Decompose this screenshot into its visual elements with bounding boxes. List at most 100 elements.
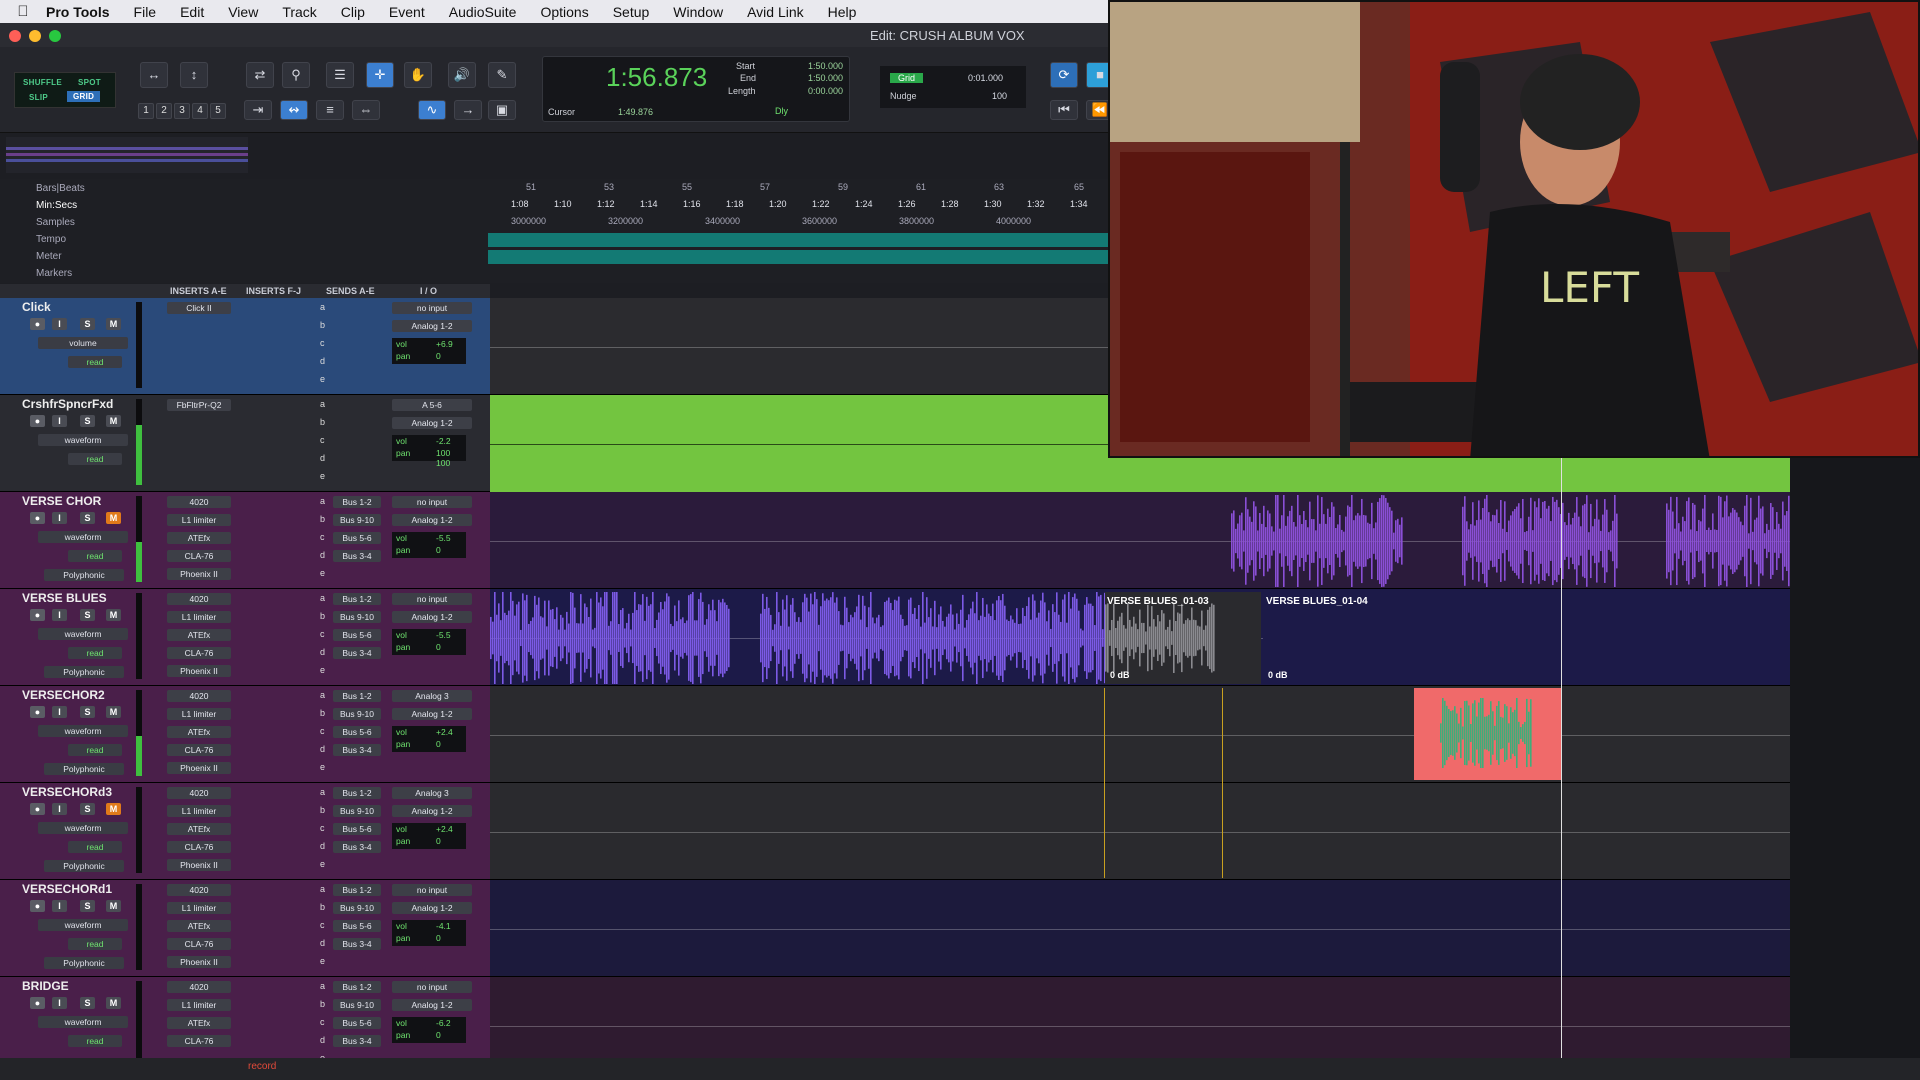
track-output[interactable]: Analog 1-2	[392, 902, 472, 914]
mode-slip[interactable]: SLIP	[29, 93, 48, 102]
solo-button[interactable]: S	[80, 415, 95, 427]
mute-button[interactable]: M	[106, 512, 121, 524]
scrubber-tool-icon[interactable]: 🔊	[448, 62, 476, 88]
send-bus[interactable]: Bus 9-10	[333, 805, 381, 817]
input-monitor-button[interactable]: I	[52, 997, 67, 1009]
record-enable-button[interactable]: ●	[30, 803, 45, 815]
insert-plugin[interactable]: 4020	[167, 981, 231, 993]
verse-blues-clip-1[interactable]	[490, 590, 730, 686]
insert-plugin[interactable]: 4020	[167, 593, 231, 605]
track-view-selector[interactable]: waveform	[38, 822, 128, 834]
send-bus[interactable]: Bus 3-4	[333, 938, 381, 950]
track-output[interactable]: Analog 1-2	[392, 708, 472, 720]
elastic-audio-mode[interactable]: Polyphonic	[44, 569, 124, 581]
grid-label[interactable]: Grid	[890, 73, 924, 83]
track-lane[interactable]	[490, 686, 1790, 783]
link-timeline-icon[interactable]: ↭	[280, 100, 308, 120]
link-track-icon[interactable]: ≡	[316, 100, 344, 120]
track-input[interactable]: no input	[392, 302, 472, 314]
input-monitor-button[interactable]: I	[52, 706, 67, 718]
menu-options[interactable]: Options	[540, 4, 588, 20]
send-bus[interactable]: Bus 5-6	[333, 726, 381, 738]
mode-spot[interactable]: SPOT	[78, 78, 101, 87]
send-bus[interactable]: Bus 9-10	[333, 514, 381, 526]
return-to-zero-icon[interactable]: ⏮	[1050, 100, 1078, 120]
send-bus[interactable]: Bus 5-6	[333, 823, 381, 835]
automation-mode[interactable]: read	[68, 356, 122, 368]
track-name[interactable]: VERSECHORd1	[22, 882, 132, 896]
universe-overview[interactable]	[6, 137, 248, 173]
track-name[interactable]: Click	[22, 300, 132, 314]
track-versechor2[interactable]: VERSECHOR2 ● I S Mwaveform read Polyphonic 4020…	[0, 686, 490, 783]
zoom-preset-1[interactable]: 1	[138, 103, 154, 119]
solo-button[interactable]: S	[80, 512, 95, 524]
insert-plugin[interactable]: 4020	[167, 787, 231, 799]
recording-clip-waveform[interactable]	[1440, 696, 1532, 770]
track-input[interactable]: no input	[392, 884, 472, 896]
menu-event[interactable]: Event	[389, 4, 425, 20]
ruler-markers[interactable]: Markers	[36, 268, 72, 279]
send-bus[interactable]: Bus 3-4	[333, 550, 381, 562]
mute-button[interactable]: M	[106, 706, 121, 718]
loop-playback-icon[interactable]: ⟳	[1050, 62, 1078, 88]
track-output[interactable]: Analog 1-2	[392, 320, 472, 332]
insert-plugin[interactable]: ATEfx	[167, 726, 231, 738]
menu-setup[interactable]: Setup	[613, 4, 650, 20]
track-input[interactable]: Analog 3	[392, 690, 472, 702]
send-bus[interactable]: Bus 3-4	[333, 647, 381, 659]
solo-button[interactable]: S	[80, 997, 95, 1009]
send-bus[interactable]: Bus 1-2	[333, 593, 381, 605]
menu-track[interactable]: Track	[282, 4, 316, 20]
record-enable-button[interactable]: ●	[30, 415, 45, 427]
send-bus[interactable]: Bus 9-10	[333, 708, 381, 720]
ruler-tempo[interactable]: Tempo	[36, 234, 66, 245]
nudge-value[interactable]: 100	[992, 91, 1007, 101]
solo-button[interactable]: S	[80, 609, 95, 621]
mute-button[interactable]: M	[106, 900, 121, 912]
insert-plugin[interactable]: CLA-76	[167, 938, 231, 950]
grid-value[interactable]: 0:01.000	[968, 73, 1003, 83]
menu-help[interactable]: Help	[828, 4, 857, 20]
insert-plugin[interactable]: 4020	[167, 496, 231, 508]
verse-chor-clip-2[interactable]	[1462, 493, 1618, 589]
track-output[interactable]: Analog 1-2	[392, 611, 472, 623]
mode-grid[interactable]: GRID	[67, 91, 101, 102]
send-bus[interactable]: Bus 1-2	[333, 884, 381, 896]
menu-view[interactable]: View	[228, 4, 258, 20]
insert-plugin[interactable]: ATEfx	[167, 1017, 231, 1029]
solo-button[interactable]: S	[80, 900, 95, 912]
apple-icon[interactable]: 	[0, 3, 46, 20]
elastic-audio-mode[interactable]: Polyphonic	[44, 957, 124, 969]
verse-chor-clip-3[interactable]	[1666, 493, 1790, 589]
mode-shuffle[interactable]: SHUFFLE	[23, 78, 62, 87]
input-monitor-button[interactable]: I	[52, 803, 67, 815]
track-input[interactable]: Analog 3	[392, 787, 472, 799]
mute-button[interactable]: M	[106, 803, 121, 815]
vol-pan-display[interactable]: vol -5.5 pan 0	[392, 532, 466, 558]
mute-button[interactable]: M	[106, 415, 121, 427]
track-crshfrspncrfxd[interactable]: CrshfrSpncrFxd ● I S Mwaveform read FbFltrPr-Q…	[0, 395, 490, 492]
zoom-preset-4[interactable]: 4	[192, 103, 208, 119]
input-monitor-button[interactable]: I	[52, 512, 67, 524]
insert-plugin[interactable]: 4020	[167, 690, 231, 702]
track-click[interactable]: Click ● I S Mvolume read Click II a b c d e no input…	[0, 298, 490, 395]
insert-plugin[interactable]: CLA-76	[167, 1035, 231, 1047]
vol-pan-display[interactable]: vol -4.1 pan 0	[392, 920, 466, 946]
ruler-min-secs[interactable]: Min:Secs	[36, 200, 77, 211]
send-bus[interactable]: Bus 9-10	[333, 902, 381, 914]
insert-plugin[interactable]: ATEfx	[167, 823, 231, 835]
track-input[interactable]: no input	[392, 496, 472, 508]
vol-pan-display[interactable]: vol -6.2 pan 0	[392, 1017, 466, 1043]
insert-plugin[interactable]: ATEfx	[167, 629, 231, 641]
zoom-in-icon[interactable]: ↕	[180, 62, 208, 88]
zoom-preset-3[interactable]: 3	[174, 103, 190, 119]
track-input[interactable]: no input	[392, 593, 472, 605]
record-enable-button[interactable]: ●	[30, 512, 45, 524]
track-view-selector[interactable]: waveform	[38, 628, 128, 640]
track-lane[interactable]	[490, 880, 1790, 977]
insert-plugin[interactable]: CLA-76	[167, 841, 231, 853]
track-view-selector[interactable]: waveform	[38, 434, 128, 446]
insert-plugin[interactable]: Phoenix II	[167, 665, 231, 677]
record-enable-button[interactable]: ●	[30, 900, 45, 912]
input-monitor-button[interactable]: I	[52, 900, 67, 912]
